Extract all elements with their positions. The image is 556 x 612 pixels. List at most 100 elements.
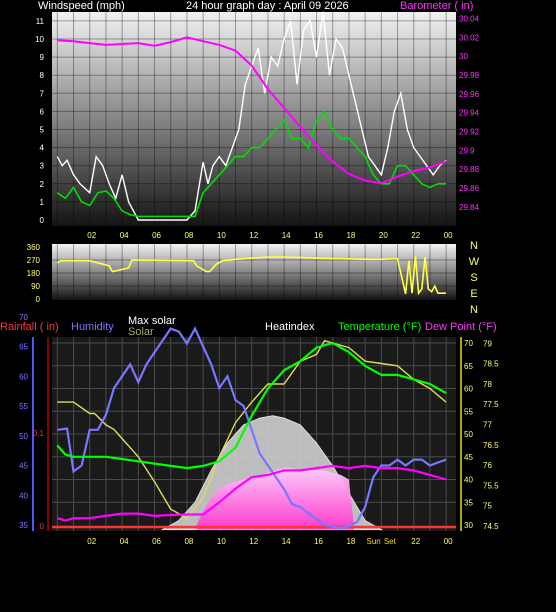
legend-solar: Solar [128,326,154,338]
temp-tick-label: 50 [464,430,473,439]
temp-x-tick-label: 18 [346,537,355,546]
baro-tick-label: 29.96 [459,90,480,99]
legend-heatindex: Heatindex [265,321,315,333]
compass-labels: NWSEN [469,240,480,316]
temp-x-tick-label: 14 [282,537,291,546]
humidity-tick-label: 45 [19,462,28,471]
temp-tick-label: 40 [464,476,473,485]
humidity-tick-label: 50 [19,432,28,441]
baro-tick-label: 29.92 [459,128,480,137]
temp-x-ticks: 02 04 06 08 10 12 14 16 18 Sun Set 22 00 [87,537,453,546]
temp-x-tick-label: 02 [87,537,96,546]
compass-label: N [470,240,478,252]
temp-tick-label: 60 [464,385,473,394]
humidity-tick-label: 35 [19,521,28,530]
wind-tick-label: 6 [40,107,45,116]
direction-tick-label: 0 [36,295,41,304]
compass-label: N [470,304,478,316]
temp-tick-label: 65 [464,362,473,371]
right-tick-label: 78 [483,380,492,389]
legend-dewpoint: Dew Point (°F) [425,321,497,333]
baro-y-ticks: 29.84 29.86 29.88 29.9 29.92 29.94 29.96 29.98 3… [459,15,480,212]
wind-x-tick-label: 00 [444,231,453,240]
temp-x-tick-label: Set [384,537,397,546]
right-tick-label: 78.5 [483,360,499,369]
baro-axis-label: Barometer ( in) [400,0,473,12]
compass-label: E [470,288,477,300]
wind-tick-label: 4 [40,144,45,153]
baro-tick-label: 29.84 [459,203,480,212]
temp-x-tick-label: 04 [120,537,129,546]
right-tick-label: 79 [483,339,492,348]
wind-tick-label: 7 [40,89,45,98]
wind-tick-label: 5 [40,126,45,135]
wind-tick-label: 2 [40,180,45,189]
temp-x-tick-label: 12 [249,537,258,546]
right-tick-label: 76 [483,461,492,470]
right-tick-label: 75 [483,502,492,511]
rain-y-ticks: 00.1 [33,429,45,531]
direction-tick-label: 90 [31,282,40,291]
temp-x-tick-label: 08 [184,537,193,546]
right-tick-label: 76.5 [483,441,499,450]
direction-y-ticks: 0 90 180 270 360 [27,243,41,304]
direction-tick-label: 360 [27,243,41,252]
wind-tick-label: 8 [40,71,45,80]
temp-tick-label: 70 [464,339,473,348]
baro-tick-label: 29.94 [459,109,480,118]
wind-y-ticks: 0 1 2 3 4 5 6 7 8 9 10 11 [35,17,44,225]
wind-axis-label: Windspeed (mph) [38,0,125,12]
wind-x-tick-label: 12 [249,231,258,240]
wind-x-ticks: 02 04 06 08 10 12 14 16 18 20 22 00 [87,231,453,240]
baro-tick-label: 30.02 [459,33,480,42]
direction-tick-label: 180 [27,269,41,278]
wind-tick-label: 0 [40,216,45,225]
right-tick-label: 77.5 [483,400,499,409]
temp-tick-label: 45 [464,453,473,462]
humidity-y-ticks: 3540455055606570 [19,313,28,530]
temp-x-tick-label: 00 [444,537,453,546]
wind-x-tick-label: 14 [282,231,291,240]
wind-x-tick-label: 10 [217,231,226,240]
wind-x-tick-label: 06 [152,231,161,240]
wind-tick-label: 10 [35,35,44,44]
right-tick-label: 74.5 [483,522,499,531]
humidity-tick-label: 55 [19,402,28,411]
temp-tick-label: 35 [464,498,473,507]
legend-temperature: Temperature (°F) [338,321,421,333]
rain-tick-label: 0 [40,522,45,531]
wind-x-tick-label: 20 [379,231,388,240]
wind-x-tick-label: 22 [411,231,420,240]
wind-x-tick-label: 04 [120,231,129,240]
baro-tick-label: 30 [459,52,468,61]
weather-graphs: 01234567891011 29.8429.8629.8829.929.922… [0,0,499,546]
baro-tick-label: 29.86 [459,184,480,193]
wind-x-tick-label: 02 [87,231,96,240]
compass-label: S [470,272,477,284]
legend-rainfall: Rainfall ( in) [0,321,59,333]
wind-x-tick-label: 18 [346,231,355,240]
right-y-ticks: 74.5 75 75.5 76 76.5 77 77.5 78 78.5 79 [483,339,499,531]
temp-legend: Rainfall ( in) Humidity Max solarSolar Heat… [0,315,497,338]
temp-tick-label: 30 [464,521,473,530]
temp-x-tick-label: 10 [217,537,226,546]
wind-tick-label: 11 [36,17,45,26]
baro-tick-label: 29.88 [459,165,480,174]
wind-tick-label: 9 [40,53,45,62]
rain-tick-label: 0.1 [33,429,45,438]
temp-tick-label: 55 [464,407,473,416]
humidity-tick-label: 60 [19,372,28,381]
wind-x-tick-label: 16 [314,231,323,240]
humidity-tick-label: 65 [19,343,28,352]
humidity-tick-label: 40 [19,491,28,500]
temp-x-tick-label: 16 [314,537,323,546]
wind-tick-label: 3 [40,162,45,171]
temp-x-tick-label: 06 [152,537,161,546]
wind-tick-label: 1 [40,198,45,207]
baro-tick-label: 29.9 [459,146,475,155]
baro-tick-label: 30.04 [459,15,480,24]
right-tick-label: 75.5 [483,481,499,490]
baro-tick-label: 29.98 [459,71,480,80]
temp-x-tick-label: Sun [367,537,381,546]
temp-y-ticks: 30 35 40 45 50 55 60 65 70 [464,339,473,530]
